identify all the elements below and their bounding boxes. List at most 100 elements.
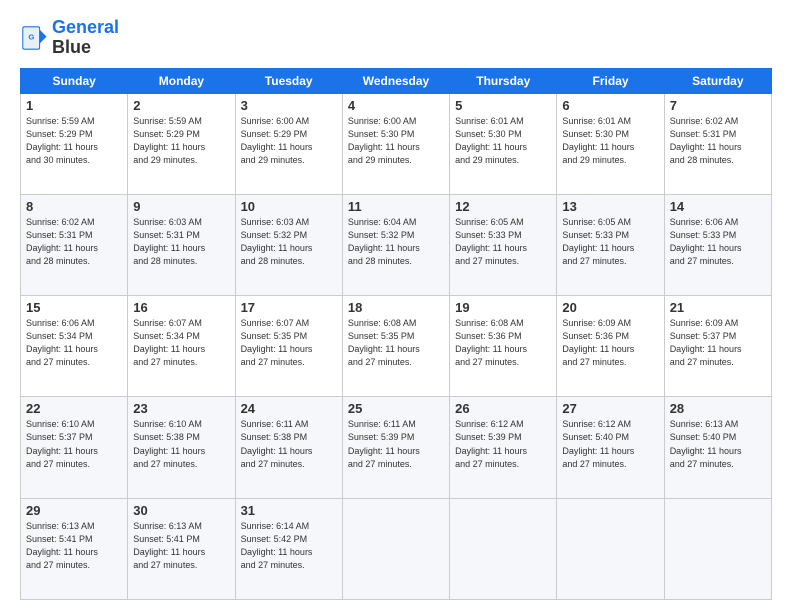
day-info: Sunrise: 6:11 AMSunset: 5:38 PMDaylight:… [241, 418, 337, 470]
day-info: Sunrise: 5:59 AMSunset: 5:29 PMDaylight:… [133, 115, 229, 167]
day-number: 24 [241, 401, 337, 416]
day-number: 5 [455, 98, 551, 113]
calendar-cell: 7 Sunrise: 6:02 AMSunset: 5:31 PMDaylight… [664, 93, 771, 194]
calendar-cell: 9 Sunrise: 6:03 AMSunset: 5:31 PMDaylight… [128, 194, 235, 295]
day-info: Sunrise: 6:13 AMSunset: 5:41 PMDaylight:… [26, 520, 122, 572]
day-number: 17 [241, 300, 337, 315]
calendar-day-header: Monday [128, 68, 235, 93]
calendar-cell: 21 Sunrise: 6:09 AMSunset: 5:37 PMDayligh… [664, 296, 771, 397]
day-info: Sunrise: 6:00 AMSunset: 5:30 PMDaylight:… [348, 115, 444, 167]
day-number: 25 [348, 401, 444, 416]
calendar-week-row: 29Sunrise: 6:13 AMSunset: 5:41 PMDayligh… [21, 498, 772, 599]
calendar-day-header: Tuesday [235, 68, 342, 93]
calendar-cell: 4 Sunrise: 6:00 AMSunset: 5:30 PMDaylight… [342, 93, 449, 194]
calendar-cell: 11 Sunrise: 6:04 AMSunset: 5:32 PMDayligh… [342, 194, 449, 295]
calendar-day-header: Thursday [450, 68, 557, 93]
day-info: Sunrise: 6:03 AMSunset: 5:31 PMDaylight:… [133, 216, 229, 268]
calendar-cell: 16 Sunrise: 6:07 AMSunset: 5:34 PMDayligh… [128, 296, 235, 397]
calendar-cell: 2 Sunrise: 5:59 AMSunset: 5:29 PMDaylight… [128, 93, 235, 194]
calendar-day-header: Saturday [664, 68, 771, 93]
day-number: 27 [562, 401, 658, 416]
calendar-day-header: Wednesday [342, 68, 449, 93]
day-info: Sunrise: 6:14 AMSunset: 5:42 PMDaylight:… [241, 520, 337, 572]
day-info: Sunrise: 6:12 AMSunset: 5:39 PMDaylight:… [455, 418, 551, 470]
day-info: Sunrise: 6:01 AMSunset: 5:30 PMDaylight:… [562, 115, 658, 167]
calendar-cell [342, 498, 449, 599]
day-number: 12 [455, 199, 551, 214]
day-number: 28 [670, 401, 766, 416]
calendar-day-header: Friday [557, 68, 664, 93]
calendar-cell: 13 Sunrise: 6:05 AMSunset: 5:33 PMDayligh… [557, 194, 664, 295]
calendar-cell: 14Sunrise: 6:06 AMSunset: 5:33 PMDayligh… [664, 194, 771, 295]
calendar-cell: 17 Sunrise: 6:07 AMSunset: 5:35 PMDayligh… [235, 296, 342, 397]
calendar-cell: 3 Sunrise: 6:00 AMSunset: 5:29 PMDaylight… [235, 93, 342, 194]
day-info: Sunrise: 6:03 AMSunset: 5:32 PMDaylight:… [241, 216, 337, 268]
day-number: 2 [133, 98, 229, 113]
day-number: 31 [241, 503, 337, 518]
calendar-week-row: 22 Sunrise: 6:10 AMSunset: 5:37 PMDayligh… [21, 397, 772, 498]
day-number: 22 [26, 401, 122, 416]
day-info: Sunrise: 6:06 AMSunset: 5:33 PMDaylight:… [670, 216, 766, 268]
day-info: Sunrise: 6:00 AMSunset: 5:29 PMDaylight:… [241, 115, 337, 167]
calendar-day-header: Sunday [21, 68, 128, 93]
calendar-cell: 23Sunrise: 6:10 AMSunset: 5:38 PMDayligh… [128, 397, 235, 498]
day-info: Sunrise: 6:08 AMSunset: 5:35 PMDaylight:… [348, 317, 444, 369]
calendar-cell: 10Sunrise: 6:03 AMSunset: 5:32 PMDayligh… [235, 194, 342, 295]
calendar-cell: 19Sunrise: 6:08 AMSunset: 5:36 PMDayligh… [450, 296, 557, 397]
day-info: Sunrise: 6:07 AMSunset: 5:35 PMDaylight:… [241, 317, 337, 369]
calendar-cell: 31 Sunrise: 6:14 AMSunset: 5:42 PMDayligh… [235, 498, 342, 599]
calendar-cell: 15 Sunrise: 6:06 AMSunset: 5:34 PMDayligh… [21, 296, 128, 397]
day-info: Sunrise: 6:05 AMSunset: 5:33 PMDaylight:… [562, 216, 658, 268]
day-number: 16 [133, 300, 229, 315]
day-info: Sunrise: 6:02 AMSunset: 5:31 PMDaylight:… [670, 115, 766, 167]
day-number: 9 [133, 199, 229, 214]
day-number: 8 [26, 199, 122, 214]
day-info: Sunrise: 6:09 AMSunset: 5:36 PMDaylight:… [562, 317, 658, 369]
day-info: Sunrise: 6:09 AMSunset: 5:37 PMDaylight:… [670, 317, 766, 369]
calendar-cell: 29Sunrise: 6:13 AMSunset: 5:41 PMDayligh… [21, 498, 128, 599]
day-info: Sunrise: 6:10 AMSunset: 5:37 PMDaylight:… [26, 418, 122, 470]
day-info: Sunrise: 6:01 AMSunset: 5:30 PMDaylight:… [455, 115, 551, 167]
calendar-cell [450, 498, 557, 599]
day-number: 26 [455, 401, 551, 416]
day-number: 20 [562, 300, 658, 315]
day-number: 3 [241, 98, 337, 113]
day-number: 4 [348, 98, 444, 113]
calendar-cell [664, 498, 771, 599]
svg-text:G: G [28, 32, 34, 41]
calendar-cell: 20 Sunrise: 6:09 AMSunset: 5:36 PMDayligh… [557, 296, 664, 397]
day-number: 1 [26, 98, 122, 113]
day-info: Sunrise: 6:10 AMSunset: 5:38 PMDaylight:… [133, 418, 229, 470]
calendar-body: 1 Sunrise: 5:59 AMSunset: 5:29 PMDaylight… [21, 93, 772, 599]
day-info: Sunrise: 6:08 AMSunset: 5:36 PMDaylight:… [455, 317, 551, 369]
calendar-cell: 18 Sunrise: 6:08 AMSunset: 5:35 PMDayligh… [342, 296, 449, 397]
logo: G General Blue [20, 18, 119, 58]
day-info: Sunrise: 5:59 AMSunset: 5:29 PMDaylight:… [26, 115, 122, 167]
calendar-cell: 8Sunrise: 6:02 AMSunset: 5:31 PMDaylight… [21, 194, 128, 295]
day-number: 21 [670, 300, 766, 315]
calendar-header-row: SundayMondayTuesdayWednesdayThursdayFrid… [21, 68, 772, 93]
calendar-cell: 22 Sunrise: 6:10 AMSunset: 5:37 PMDayligh… [21, 397, 128, 498]
day-info: Sunrise: 6:07 AMSunset: 5:34 PMDaylight:… [133, 317, 229, 369]
day-info: Sunrise: 6:05 AMSunset: 5:33 PMDaylight:… [455, 216, 551, 268]
page: G General Blue SundayMondayTuesdayWednes… [0, 0, 792, 612]
calendar-week-row: 15 Sunrise: 6:06 AMSunset: 5:34 PMDayligh… [21, 296, 772, 397]
calendar-cell: 30 Sunrise: 6:13 AMSunset: 5:41 PMDayligh… [128, 498, 235, 599]
day-info: Sunrise: 6:13 AMSunset: 5:41 PMDaylight:… [133, 520, 229, 572]
logo-text: General Blue [52, 18, 119, 58]
day-number: 11 [348, 199, 444, 214]
day-info: Sunrise: 6:06 AMSunset: 5:34 PMDaylight:… [26, 317, 122, 369]
calendar-cell: 26 Sunrise: 6:12 AMSunset: 5:39 PMDayligh… [450, 397, 557, 498]
day-info: Sunrise: 6:04 AMSunset: 5:32 PMDaylight:… [348, 216, 444, 268]
day-number: 18 [348, 300, 444, 315]
day-number: 30 [133, 503, 229, 518]
calendar-table: SundayMondayTuesdayWednesdayThursdayFrid… [20, 68, 772, 600]
day-info: Sunrise: 6:11 AMSunset: 5:39 PMDaylight:… [348, 418, 444, 470]
day-number: 6 [562, 98, 658, 113]
day-number: 13 [562, 199, 658, 214]
header: G General Blue [20, 18, 772, 58]
calendar-cell: 1 Sunrise: 5:59 AMSunset: 5:29 PMDaylight… [21, 93, 128, 194]
day-number: 15 [26, 300, 122, 315]
calendar-cell: 5 Sunrise: 6:01 AMSunset: 5:30 PMDaylight… [450, 93, 557, 194]
day-number: 7 [670, 98, 766, 113]
